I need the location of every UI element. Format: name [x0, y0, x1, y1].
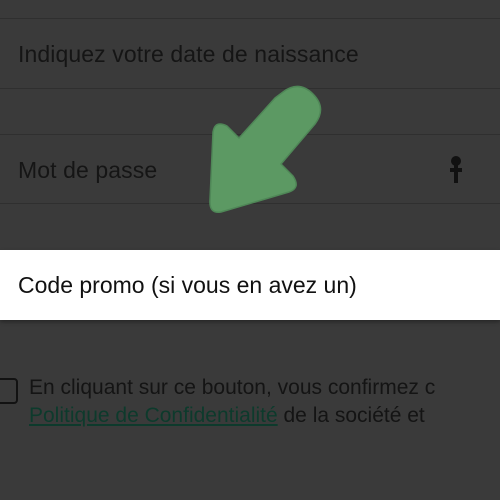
key-icon[interactable]: [447, 155, 465, 187]
privacy-policy-link[interactable]: Politique de Confidentialité: [29, 404, 278, 427]
signup-form-screen: Indiquez votre date de naissance Mot de …: [0, 0, 500, 500]
consent-row: En cliquant sur ce bouton, vous confirme…: [0, 370, 500, 440]
birthdate-placeholder: Indiquez votre date de naissance: [18, 41, 359, 67]
arrow-pointer-icon: [209, 85, 322, 213]
promo-code-field[interactable]: [0, 250, 500, 320]
password-placeholder: Mot de passe: [18, 157, 158, 183]
consent-checkbox[interactable]: [0, 378, 18, 404]
consent-text-line2: Politique de Confidentialité de la socié…: [29, 404, 425, 428]
consent-text-tail: de la société et: [277, 404, 425, 427]
promo-code-input[interactable]: [0, 250, 500, 320]
consent-text: En cliquant sur ce bouton, vous confirme…: [29, 376, 436, 399]
